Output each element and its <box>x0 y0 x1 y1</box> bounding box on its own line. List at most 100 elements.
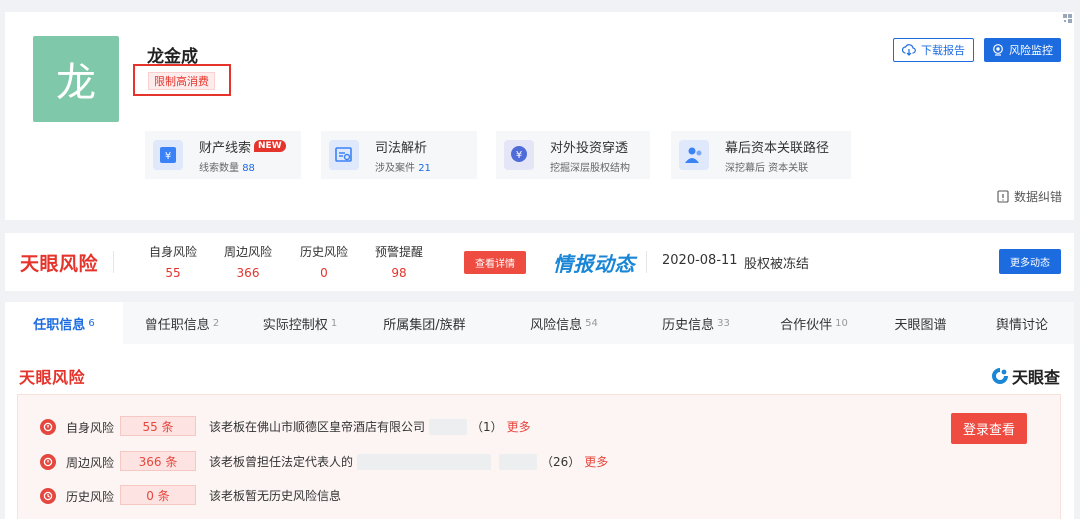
restriction-tag: 限制高消费 <box>148 72 215 90</box>
risk-stat-self[interactable]: 自身风险 55 <box>143 243 203 280</box>
tab-former-positions[interactable]: 曾任职信息 2 <box>123 302 241 344</box>
feature-title: 对外投资穿透 <box>550 140 629 156</box>
tab-label: 舆情讨论 <box>995 317 1048 333</box>
row-desc-text: 该老板暂无历史风险信息 <box>209 489 342 503</box>
risk-monitor-label: 风险监控 <box>1009 44 1053 57</box>
risk-count-box: 0 条 <box>120 485 196 505</box>
risk-summary-bar: 天眼风险 自身风险 55 周边风险 366 历史风险 0 预警提醒 98 查看详… <box>5 233 1074 291</box>
more-dynamics-button[interactable]: 更多动态 <box>999 249 1061 274</box>
tab-partners[interactable]: 合作伙伴 10 <box>757 302 871 344</box>
new-badge: NEW <box>254 140 286 152</box>
tianyan-risk-logo: 天眼风险 <box>19 368 86 387</box>
risk-stat-surrounding[interactable]: 周边风险 366 <box>218 243 278 280</box>
tab-label: 合作伙伴 <box>780 317 833 333</box>
risk-stat-label: 自身风险 <box>148 245 197 259</box>
intel-dynamics-logo: 情报动态 <box>553 252 635 276</box>
tab-count: 1 <box>330 317 338 329</box>
tab-label: 所属集团/族群 <box>383 317 466 333</box>
feature-judicial-analysis[interactable]: 司法解析 涉及案件 21 <box>321 131 477 179</box>
blurred-text <box>357 453 492 470</box>
tab-label: 曾任职信息 <box>144 317 210 333</box>
self-risk-icon <box>40 419 56 435</box>
investment-penetration-icon: ¥ <box>504 140 534 170</box>
row-label: 历史风险 <box>66 490 115 504</box>
download-report-button[interactable]: 下载报告 <box>893 38 974 62</box>
row-desc-text: 该老板在佛山市顺德区皇帝酒店有限公司 <box>209 420 426 434</box>
cloud-download-icon <box>902 44 916 56</box>
download-report-label: 下载报告 <box>921 44 965 57</box>
tianyan-risk-logo: 天眼风险 <box>20 253 99 275</box>
history-risk-icon <box>40 488 56 504</box>
risk-stat-value: 0 <box>320 266 328 280</box>
tab-actual-control[interactable]: 实际控制权 1 <box>241 302 359 344</box>
login-view-button[interactable]: 登录查看 <box>951 413 1027 444</box>
view-details-button[interactable]: 查看详情 <box>464 251 526 274</box>
risk-count-box: 55 条 <box>120 416 196 436</box>
divider <box>646 251 647 273</box>
feature-capital-path[interactable]: 幕后资本关联路径 深挖幕后 资本关联 <box>671 131 851 179</box>
risk-stat-label: 周边风险 <box>223 245 272 259</box>
monitor-eye-icon <box>993 44 1003 56</box>
tab-history-info[interactable]: 历史信息 33 <box>635 302 757 344</box>
feature-title: 幕后资本关联路径 <box>725 140 830 156</box>
risk-stat-value: 55 <box>165 266 181 280</box>
edit-document-icon <box>997 190 1009 203</box>
feature-property-clues[interactable]: ¥ 财产线索 NEW 线索数量 88 <box>145 131 301 179</box>
feature-sub-value: 88 <box>242 162 255 174</box>
divider <box>113 251 114 273</box>
row-label: 周边风险 <box>66 456 115 470</box>
person-profile-card: 龙 龙金成 限制高消费 下载报告 风险监控 ¥ 财产线索 NEW 线索数量 88 … <box>5 12 1074 220</box>
risk-stat-value: 366 <box>236 266 260 280</box>
surrounding-risk-icon <box>40 454 56 470</box>
tianyancha-logo-icon <box>991 368 1008 384</box>
svg-text:¥: ¥ <box>165 151 171 162</box>
feature-investment-penetration[interactable]: ¥ 对外投资穿透 挖掘深层股权结构 <box>496 131 650 179</box>
feature-sub-label: 线索数量 <box>199 162 239 174</box>
tianyancha-logo-text: 天眼查 <box>1011 368 1060 387</box>
tab-count: 10 <box>835 317 848 329</box>
feature-sub-label: 深挖幕后 资本关联 <box>725 162 809 174</box>
tab-risk-info[interactable]: 风险信息 54 <box>493 302 635 344</box>
blurred-text <box>499 453 538 470</box>
more-link[interactable]: 更多 <box>584 453 608 470</box>
data-correction-label: 数据纠错 <box>1013 190 1062 204</box>
tab-label: 实际控制权 <box>262 317 328 333</box>
avatar: 龙 <box>33 36 119 122</box>
svg-text:¥: ¥ <box>516 150 522 161</box>
tab-label: 历史信息 <box>662 317 715 333</box>
row-count-suffix: （1） <box>471 420 503 434</box>
risk-content-panel: 天眼风险 天眼查 自身风险 55 条 该老板在佛山市顺德区皇帝酒店有限公司 （1… <box>5 344 1074 519</box>
tab-label: 天眼图谱 <box>894 317 947 333</box>
intel-text[interactable]: 股权被冻结 <box>744 253 809 272</box>
risk-stat-value: 98 <box>391 266 407 280</box>
tab-public-opinion[interactable]: 舆情讨论 <box>973 302 1074 344</box>
risk-stat-label: 历史风险 <box>299 245 348 259</box>
tab-count: 54 <box>585 317 598 329</box>
tab-group[interactable]: 所属集团/族群 <box>359 302 493 344</box>
tab-tianyan-graph[interactable]: 天眼图谱 <box>871 302 973 344</box>
blurred-text <box>429 418 468 435</box>
risk-stat-warning[interactable]: 预警提醒 98 <box>369 243 429 280</box>
feature-sub-value: 21 <box>418 162 431 174</box>
risk-monitor-button[interactable]: 风险监控 <box>984 38 1061 62</box>
feature-title: 财产线索 <box>199 140 252 156</box>
data-correction-link[interactable]: 数据纠错 <box>997 188 1062 205</box>
tab-count: 2 <box>212 317 220 329</box>
more-link[interactable]: 更多 <box>507 418 531 435</box>
tab-current-positions[interactable]: 任职信息 6 <box>5 302 123 344</box>
risk-description: 该老板曾担任法定代表人的 （26） 更多 <box>209 453 608 470</box>
qr-code-icon[interactable] <box>1054 12 1074 32</box>
property-clue-icon: ¥ <box>153 140 183 170</box>
feature-sub-label: 挖掘深层股权结构 <box>550 162 630 174</box>
risk-stat-history[interactable]: 历史风险 0 <box>294 243 354 280</box>
intel-date[interactable]: 2020-08-11 <box>662 253 738 268</box>
tianyancha-logo: 天眼查 <box>991 364 1060 388</box>
feature-title: 司法解析 <box>375 140 428 156</box>
feature-sub-label: 涉及案件 <box>375 162 415 174</box>
risk-stat-label: 预警提醒 <box>374 245 423 259</box>
row-label: 自身风险 <box>66 421 115 435</box>
tab-label: 风险信息 <box>530 317 583 333</box>
risk-count-box: 366 条 <box>120 451 196 471</box>
risk-detail-box: 自身风险 55 条 该老板在佛山市顺德区皇帝酒店有限公司 （1） 更多 周边风险… <box>17 394 1061 519</box>
risk-description: 该老板在佛山市顺德区皇帝酒店有限公司 （1） 更多 <box>209 418 531 435</box>
